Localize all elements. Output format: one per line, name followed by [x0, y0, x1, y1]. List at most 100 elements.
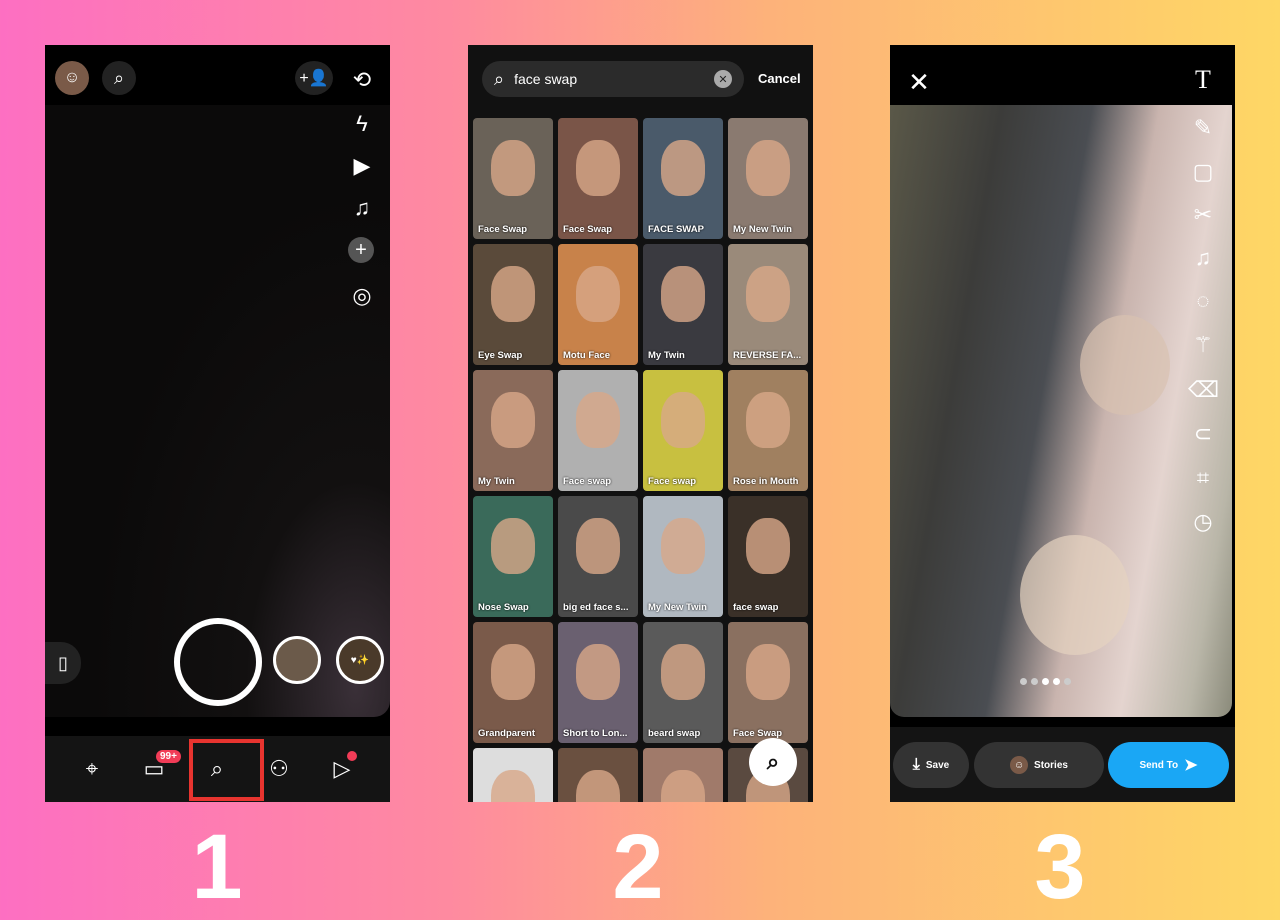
lens-name: Short to Lon... [563, 728, 628, 739]
search-icon[interactable]: ⌕ [102, 61, 136, 95]
lens-name: Eye Swap [478, 350, 523, 361]
lens-tile[interactable]: My New Twin [728, 118, 808, 239]
clear-icon[interactable]: ✕ [714, 70, 732, 88]
lens-tile[interactable]: beard swap [643, 622, 723, 743]
lens-tile[interactable]: big ed face s... [558, 496, 638, 617]
step-number: 1 [191, 816, 243, 918]
lens-tile[interactable]: Face swap [643, 370, 723, 491]
lens-preview [576, 140, 620, 196]
lens-tile[interactable] [558, 748, 638, 802]
text-icon[interactable]: T [1188, 65, 1218, 95]
lens-tile[interactable] [473, 748, 553, 802]
lens-tile[interactable]: Grandparent [473, 622, 553, 743]
lens-name: Face swap [648, 476, 697, 487]
close-icon[interactable]: ✕ [904, 67, 934, 98]
avatar[interactable]: ☺ [55, 61, 89, 95]
lens-search-screen: ⌕ face swap ✕ Cancel Face Swap Face Swap F… [468, 45, 813, 802]
plus-icon[interactable]: + [348, 237, 374, 263]
lens-name: FACE SWAP [648, 224, 704, 235]
lens-preview [661, 770, 705, 802]
lens-tile[interactable]: Face Swap [473, 118, 553, 239]
lens-carousel-item[interactable] [273, 636, 321, 684]
snap-editor-screen: ✕ T ✎ ▢ ✂ ♫ ◌ ⚚ ⌫ ⊂ ⌗ ◷ ⤓ Save ☺ Stories S… [890, 45, 1235, 802]
page-dots [1020, 678, 1071, 685]
lens-tile[interactable]: My Twin [473, 370, 553, 491]
lens-preview [491, 518, 535, 574]
lens-preview [661, 644, 705, 700]
chat-badge: 99+ [156, 750, 181, 763]
lens-carousel-item[interactable]: ♥✨ [336, 636, 384, 684]
scissors-icon[interactable]: ✂ [1188, 202, 1218, 228]
lens-preview [746, 140, 790, 196]
flash-off-icon[interactable]: ϟ [347, 111, 377, 137]
music-icon[interactable]: ♫ [1188, 245, 1218, 271]
lens-tile[interactable]: My New Twin [643, 496, 723, 617]
lens-name: Motu Face [563, 350, 610, 361]
video-icon[interactable]: ▶ [347, 153, 377, 179]
lens-tile[interactable]: Face Swap [728, 622, 808, 743]
paperclip-icon[interactable]: ⊂ [1188, 421, 1218, 447]
lens-name: My New Twin [733, 224, 792, 235]
lens-tile[interactable] [643, 748, 723, 802]
save-button[interactable]: ⤓ Save [893, 742, 969, 788]
lens-tile[interactable]: Nose Swap [473, 496, 553, 617]
lens-preview [746, 392, 790, 448]
lens-name: My Twin [648, 350, 685, 361]
lens-name: Nose Swap [478, 602, 529, 613]
bottom-nav: ⌖ ▭ 99+ ⌕ ⚇ ▷ [45, 736, 390, 802]
search-icon: ⌕ [494, 68, 505, 89]
map-pin-icon[interactable]: ⌖ [77, 756, 107, 782]
stories-button[interactable]: ☺ Stories [974, 742, 1104, 788]
lens-preview [491, 392, 535, 448]
lens-preview [491, 140, 535, 196]
cancel-button[interactable]: Cancel [758, 71, 801, 86]
lens-preview [491, 266, 535, 322]
lens-tile[interactable]: My Twin [643, 244, 723, 365]
timer-icon[interactable]: ◷ [1188, 509, 1218, 535]
lens-tile[interactable]: Eye Swap [473, 244, 553, 365]
capture-button[interactable] [174, 618, 262, 706]
lens-tile[interactable]: Face swap [558, 370, 638, 491]
lens-preview [661, 140, 705, 196]
spotlight-lens-icon[interactable]: ⌕ [202, 756, 232, 782]
music-icon[interactable]: ♫ [347, 195, 377, 221]
add-friend-icon[interactable]: +👤 [295, 61, 333, 95]
lens-tile[interactable]: Face Swap [558, 118, 638, 239]
lens-preview [576, 518, 620, 574]
lens-tile[interactable]: FACE SWAP [643, 118, 723, 239]
search-value: face swap [514, 71, 578, 87]
lens-name: My Twin [478, 476, 515, 487]
sticker-icon[interactable]: ▢ [1188, 159, 1218, 185]
lens-preview [746, 644, 790, 700]
lens-preview [661, 518, 705, 574]
lens-tile[interactable]: Rose in Mouth [728, 370, 808, 491]
pencil-icon[interactable]: ✎ [1188, 115, 1218, 141]
lens-name: My New Twin [648, 602, 707, 613]
lens-name: Grandparent [478, 728, 536, 739]
crop-icon[interactable]: ⌗ [1188, 465, 1218, 491]
eraser-icon[interactable]: ⌫ [1188, 377, 1219, 403]
lens-tile[interactable]: face swap [728, 496, 808, 617]
lens-name: REVERSE FA... [733, 350, 802, 361]
send-to-label: Send To [1139, 759, 1179, 771]
lens-tile[interactable]: Short to Lon... [558, 622, 638, 743]
friends-icon[interactable]: ⚇ [264, 756, 294, 782]
lens-name: face swap [733, 602, 779, 613]
download-icon: ⤓ [912, 756, 920, 773]
search-input[interactable]: ⌕ face swap ✕ [482, 61, 744, 97]
send-to-button[interactable]: Send To ➤ [1108, 742, 1229, 788]
lens-name: Face swap [563, 476, 612, 487]
flip-camera-icon[interactable]: ⟲ [347, 67, 377, 93]
notification-dot [347, 751, 357, 761]
magic-wand-icon[interactable]: ⚚ [1188, 332, 1218, 358]
scan-icon[interactable]: ◎ [347, 283, 377, 309]
camera-screen: ☺ ⌕ +👤 ⟲ ϟ ▶ ♫ + ◎ ▯ ♥✨ ⌖ ▭ 99+ ⌕ ⚇ ▷ [45, 45, 390, 802]
lens-tile[interactable]: Motu Face [558, 244, 638, 365]
lens-tile[interactable]: REVERSE FA... [728, 244, 808, 365]
lens-preview [661, 392, 705, 448]
lens-preview [576, 392, 620, 448]
search-fab[interactable]: ⌕ [749, 738, 797, 786]
snap-photo[interactable] [890, 105, 1232, 717]
lens-name: Face Swap [478, 224, 528, 235]
lens-icon[interactable]: ◌ [1188, 288, 1218, 314]
